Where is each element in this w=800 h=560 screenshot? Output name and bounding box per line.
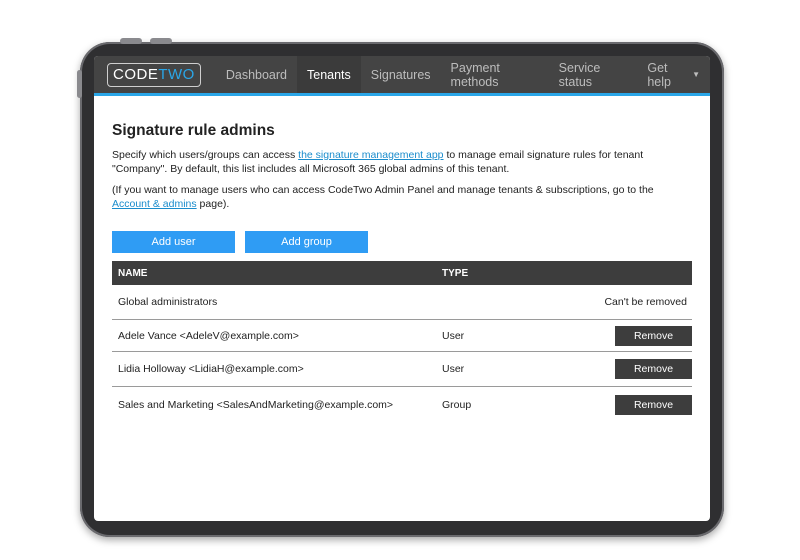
- table-row: Global administrators Can't be removed: [112, 285, 692, 320]
- nav-get-help-label: Get help: [647, 60, 671, 89]
- logo-text-two: TWO: [158, 66, 195, 83]
- nav-payment-methods[interactable]: Payment methods: [441, 56, 549, 93]
- intro-text: Specify which users/groups can access: [112, 149, 299, 161]
- row-name: Sales and Marketing <SalesAndMarketing@e…: [118, 399, 394, 411]
- note-text: (If you want to manage users who can acc…: [112, 184, 654, 196]
- remove-button[interactable]: Remove: [615, 325, 692, 346]
- row-name: Lidia Holloway <LidiaH@example.com>: [118, 363, 304, 375]
- chevron-down-icon: ▼: [692, 70, 700, 79]
- nav-payment-methods-label: Payment methods: [450, 60, 500, 89]
- row-type: User: [442, 363, 465, 375]
- row-name: Adele Vance <AdeleV@example.com>: [118, 329, 299, 342]
- add-user-button[interactable]: Add user: [112, 231, 235, 253]
- top-navbar: CODE TWO Dashboard Tenants Signatures Pay…: [94, 56, 710, 96]
- account-admins-link[interactable]: Account & admins: [112, 198, 197, 210]
- nav-tenants[interactable]: Tenants: [297, 56, 361, 96]
- table-header: NAME TYPE: [112, 261, 692, 285]
- nav-dashboard[interactable]: Dashboard: [216, 56, 297, 93]
- note-paragraph: (If you want to manage users who can acc…: [112, 183, 692, 211]
- main-content: Signature rule admins Specify which user…: [94, 122, 710, 423]
- admins-table: NAME TYPE Global administrators Can't be…: [112, 261, 692, 423]
- nav-service-status-label: Service status: [558, 60, 601, 89]
- nav-service-status[interactable]: Service status: [549, 56, 638, 93]
- codetwo-logo[interactable]: CODE TWO: [107, 62, 201, 87]
- signature-management-app-link[interactable]: the signature management app: [298, 149, 443, 161]
- page-title: Signature rule admins: [112, 122, 275, 139]
- table-row: Lidia Holloway <LidiaH@example.com> User…: [112, 352, 692, 387]
- column-header-name: NAME: [118, 267, 148, 279]
- remove-button[interactable]: Remove: [615, 359, 692, 379]
- table-row: Sales and Marketing <SalesAndMarketing@e…: [112, 387, 692, 423]
- nav-tenants-label: Tenants: [307, 67, 351, 82]
- nav-signatures[interactable]: Signatures: [361, 56, 441, 93]
- app-screen: CODE TWO Dashboard Tenants Signatures Pay…: [94, 56, 710, 521]
- tablet-button: [150, 38, 172, 44]
- column-header-type: TYPE: [442, 267, 469, 279]
- cannot-remove-note: Can't be removed: [604, 296, 687, 308]
- action-buttons: Add user Add group: [112, 231, 692, 253]
- note-text-end: page).: [196, 198, 230, 210]
- table-row: Adele Vance <AdeleV@example.com> User Re…: [112, 320, 692, 352]
- nav-dashboard-label: Dashboard: [225, 67, 287, 82]
- tablet-side-button: [77, 70, 82, 98]
- nav-signatures-label: Signatures: [370, 67, 431, 82]
- nav-get-help[interactable]: Get help ▼: [637, 56, 710, 93]
- tablet-button: [120, 38, 142, 44]
- add-group-button[interactable]: Add group: [245, 231, 368, 253]
- row-type: User: [442, 329, 465, 342]
- row-type: Group: [442, 399, 472, 411]
- intro-paragraph: Specify which users/groups can access th…: [112, 148, 692, 176]
- logo-text-code: CODE: [113, 66, 159, 83]
- remove-button[interactable]: Remove: [615, 395, 692, 415]
- row-name: Global administrators: [118, 296, 218, 308]
